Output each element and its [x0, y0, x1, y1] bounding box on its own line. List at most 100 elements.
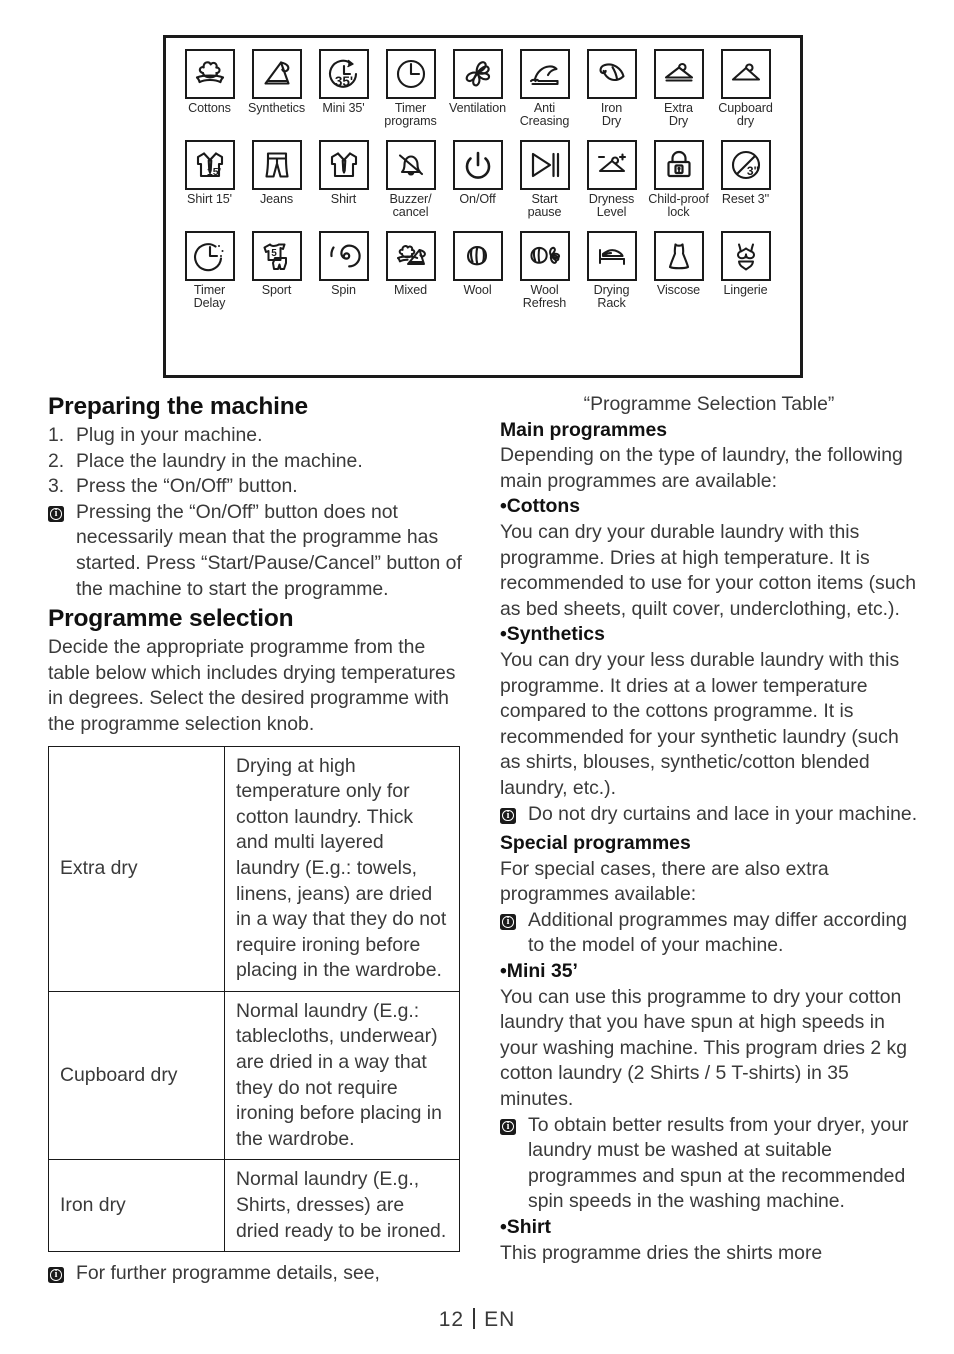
legend-item-label: Shirt 15' [187, 191, 232, 206]
legend-row-3: Timer Delay 5 Sport Spin Mixed Wool Wool… [166, 230, 800, 311]
legend-item-drying-rack: Drying Rack [578, 230, 645, 311]
language-code: EN [484, 1308, 516, 1331]
special-programmes-body: For special cases, there are also extra … [500, 857, 829, 906]
legend-item-on-off: On/Off [444, 139, 511, 206]
table-row: Extra dry Drying at high temperature onl… [48, 745, 460, 992]
preparing-steps-list: 1. Plug in your machine. 2. Place the la… [48, 423, 466, 500]
svg-text:35': 35' [334, 74, 352, 89]
table-cell-name: Iron dry [48, 1159, 225, 1253]
dryness-level-icon [586, 139, 637, 190]
sport-icon: 5 [251, 230, 302, 281]
table-cell-name: Extra dry [48, 745, 225, 992]
buzzer-cancel-icon [385, 139, 436, 190]
wool-refresh-icon [519, 230, 570, 281]
legend-item-wool-refresh: Wool Refresh [511, 230, 578, 311]
drying-rack-icon [586, 230, 637, 281]
legend-item-label: Anti Creasing [519, 101, 570, 129]
cottons-body: You can dry your durable laundry with th… [500, 520, 917, 620]
info-icon [48, 500, 76, 530]
mini35-icon: 35' [318, 49, 369, 99]
shirt-body: This programme dries the shirts more [500, 1241, 823, 1264]
lingerie-icon [720, 230, 771, 281]
svg-text:15': 15' [206, 166, 220, 178]
legend-item-label: Ventilation [448, 101, 507, 115]
cotton-icon [184, 49, 235, 99]
programme-symbols-legend-box: Cottons Synthetics 35' Mini 35' Timer pr… [163, 35, 803, 378]
info-icon [500, 802, 528, 832]
bullet-heading-shirt: •Shirt [500, 1216, 551, 1238]
legend-item-timer-delay: Timer Delay [176, 230, 243, 311]
legend-item-dryness-level: Dryness Level [578, 139, 645, 220]
anti-creasing-icon [519, 49, 570, 99]
step-text: Press the “On/Off” button. [76, 475, 298, 498]
legend-item-label: Timer Delay [193, 282, 226, 311]
legend-item-label: Sport [261, 282, 292, 297]
legend-item-label: Drying Rack [593, 282, 630, 311]
iron-dry-icon [586, 49, 637, 99]
info-icon [500, 908, 528, 938]
bullet-heading-synthetics: •Synthetics [500, 623, 605, 646]
table-cell-description: Drying at high temperature only for cott… [224, 745, 460, 992]
table-cell-name: Cupboard dry [48, 990, 225, 1161]
legend-item-start-pause: Start pause [511, 139, 578, 220]
legend-item-viscose: Viscose [645, 230, 712, 297]
page-footer: 12 EN [0, 1308, 954, 1332]
legend-item-label: Cottons [188, 101, 231, 115]
legend-item-label: Iron Dry [600, 101, 623, 129]
bullet-heading-cottons: •Cottons [500, 495, 581, 518]
page-number: 12 [438, 1308, 465, 1331]
list-item: 2. Place the laundry in the machine. [48, 449, 466, 475]
legend-item-label: Timer programs [384, 101, 437, 129]
mini35-body: You can use this programme to dry your c… [500, 985, 908, 1111]
legend-item-wool: Wool [444, 230, 511, 297]
main-programmes-body: Depending on the type of laundry, the fo… [500, 444, 903, 492]
note-further-details: For further programme details, see, [48, 1261, 466, 1291]
step-number: 2. [48, 449, 65, 472]
note-text: To obtain better results from your dryer… [528, 1113, 909, 1213]
legend-item-buzzer-cancel: Buzzer/ cancel [377, 139, 444, 220]
legend-item-mixed: Mixed [377, 230, 444, 297]
legend-item-label: Wool [463, 282, 492, 297]
note-text: Additional programmes may differ accordi… [528, 908, 908, 957]
legend-item-label: Viscose [656, 282, 701, 297]
shirt-15-icon: 15' [184, 139, 235, 190]
section-title-main-programmes: Main programmes [500, 418, 668, 441]
legend-item-label: Extra Dry [664, 101, 693, 129]
timer-programs-icon [385, 49, 436, 99]
programme-selection-body: Decide the appropriate programme from th… [48, 636, 456, 735]
legend-item-reset-3: 3" Reset 3'' [712, 139, 779, 206]
legend-item-synthetics: Synthetics [243, 49, 310, 115]
legend-item-label: Lingerie [723, 282, 768, 297]
legend-item-jeans: Jeans [243, 139, 310, 206]
table-cell-description: Normal laundry (E.g., Shirts, dresses) a… [224, 1159, 460, 1253]
child-proof-lock-icon [653, 139, 704, 190]
list-item: 3. Press the “On/Off” button. [48, 474, 466, 500]
note-text: For further programme details, see, [76, 1262, 380, 1285]
legend-item-label: Buzzer/ cancel [389, 191, 432, 220]
footer-divider [473, 1308, 476, 1329]
legend-item-child-proof-lock: Child-proof lock [645, 139, 712, 220]
legend-item-label: Dryness Level [588, 191, 635, 220]
legend-item-label: Shirt [330, 191, 357, 206]
step-number: 3. [48, 475, 65, 498]
bullet-heading-mini35: •Mini 35’ [500, 960, 578, 983]
legend-item-shirt-15: 15' Shirt 15' [176, 139, 243, 206]
step-text: Plug in your machine. [76, 424, 263, 446]
viscose-icon [653, 230, 704, 281]
legend-item-label: Mini 35' [322, 101, 365, 115]
legend-item-label: Mixed [393, 282, 428, 297]
programme-selection-table-reference: “Programme Selection Table” [583, 393, 835, 415]
spin-icon [318, 230, 369, 281]
synthetics-body: You can dry your less durable laundry wi… [500, 648, 900, 799]
legend-item-label: Reset 3'' [721, 191, 770, 206]
svg-text:3": 3" [746, 164, 758, 178]
legend-item-label: Wool Refresh [522, 282, 567, 311]
dryness-options-table: Extra dry Drying at high temperature onl… [48, 745, 460, 1253]
info-icon [500, 1113, 528, 1143]
section-title-programme-selection: Programme selection [48, 605, 294, 633]
legend-item-label: Synthetics [247, 101, 306, 115]
step-text: Place the laundry in the machine. [76, 449, 363, 472]
legend-item-mini35: 35' Mini 35' [310, 49, 377, 115]
legend-item-spin: Spin [310, 230, 377, 297]
legend-item-cottons: Cottons [176, 49, 243, 115]
